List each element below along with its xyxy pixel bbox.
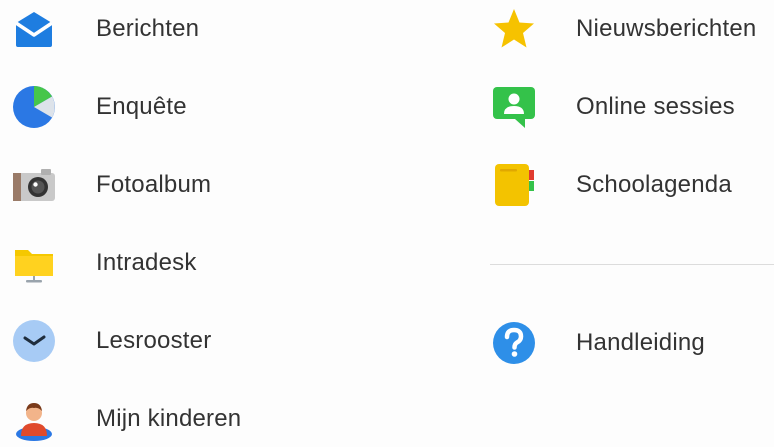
menu-item-lesrooster[interactable]: Lesrooster	[10, 313, 310, 369]
menu-item-intradesk[interactable]: Intradesk	[10, 235, 310, 291]
menu-item-label: Fotoalbum	[96, 171, 212, 198]
menu-item-label: Online sessies	[576, 93, 735, 120]
menu-item-label: Berichten	[96, 15, 200, 42]
envelope-icon	[10, 5, 58, 53]
menu-item-mijn-kinderen[interactable]: Mijn kinderen	[10, 391, 310, 447]
menu-item-berichten[interactable]: Berichten	[10, 1, 310, 57]
menu-item-label: Enquête	[96, 93, 187, 120]
agenda-book-icon	[490, 161, 538, 209]
menu-item-nieuwsberichten[interactable]: Nieuwsberichten	[490, 1, 774, 57]
menu-item-label: Lesrooster	[96, 327, 212, 354]
child-icon	[10, 395, 58, 443]
menu-item-label: Nieuwsberichten	[576, 15, 757, 42]
menu-item-label: Mijn kinderen	[96, 405, 242, 432]
menu-item-fotoalbum[interactable]: Fotoalbum	[10, 157, 310, 213]
menu-item-label: Handleiding	[576, 329, 705, 356]
menu-item-label: Intradesk	[96, 249, 197, 276]
menu-item-handleiding[interactable]: Handleiding	[490, 315, 774, 371]
clock-icon	[10, 317, 58, 365]
folder-icon	[10, 239, 58, 287]
menu-item-label: Schoolagenda	[576, 171, 732, 198]
divider	[490, 264, 774, 265]
camera-icon	[10, 161, 58, 209]
chat-person-icon	[490, 83, 538, 131]
menu-item-schoolagenda[interactable]: Schoolagenda	[490, 157, 774, 213]
star-icon	[490, 5, 538, 53]
question-icon	[490, 319, 538, 367]
menu-item-enquete[interactable]: Enquête	[10, 79, 310, 135]
menu-item-online-sessies[interactable]: Online sessies	[490, 79, 774, 135]
pie-chart-icon	[10, 83, 58, 131]
